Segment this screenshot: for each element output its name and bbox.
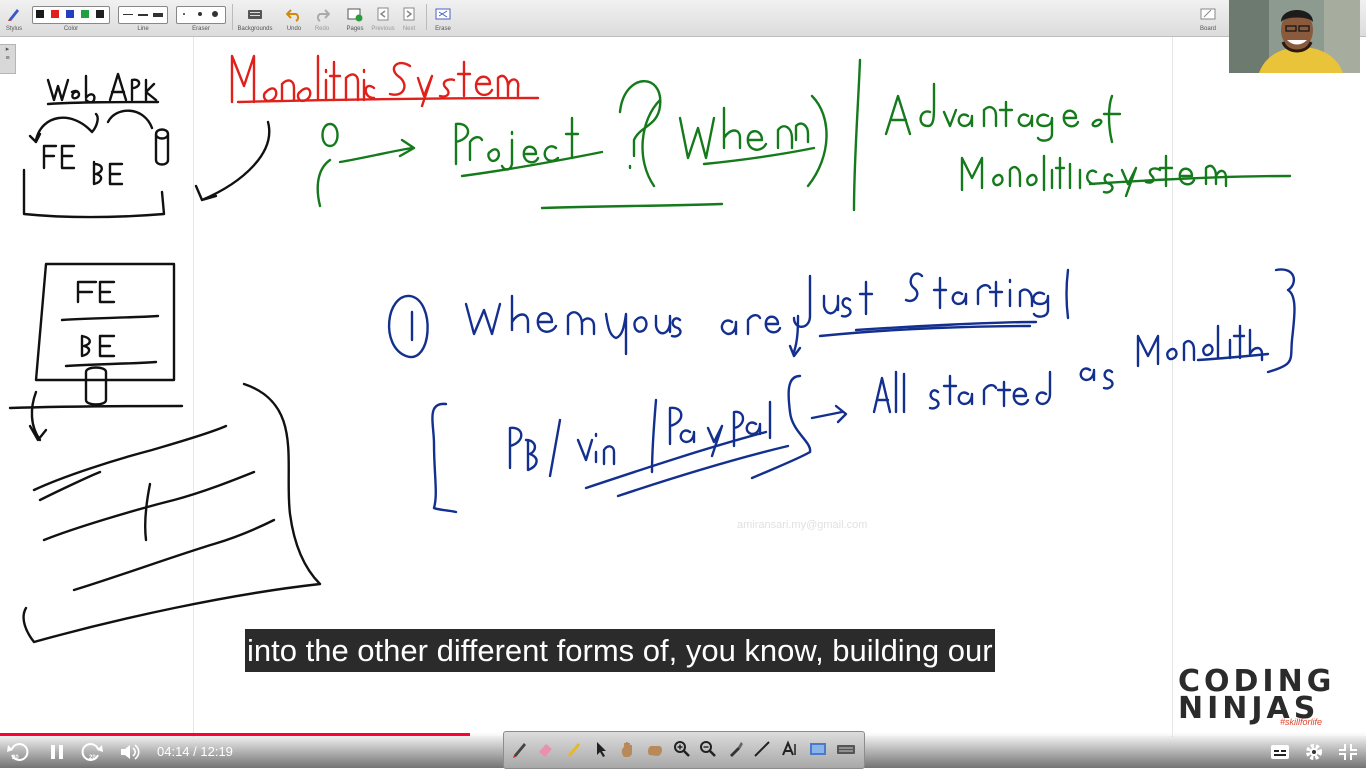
watermark-text: amiransari.my@gmail.com [737, 519, 868, 531]
line-tool-icon[interactable] [752, 739, 772, 759]
point-one-ink [387, 268, 1296, 514]
coding-ninjas-logo: CODING NINJAS #skillforlife [1178, 664, 1331, 728]
settings-button[interactable] [1302, 741, 1326, 763]
skip-forward-seconds: 20 [89, 755, 96, 761]
video-caption: into the other different forms of, you k… [245, 629, 995, 672]
gear-icon [1306, 744, 1322, 760]
text-tool-icon[interactable] [780, 739, 800, 759]
title-ink [230, 54, 540, 108]
hand-grab-icon[interactable] [644, 739, 664, 759]
volume-button[interactable] [118, 741, 142, 763]
subtitles-icon [1271, 745, 1289, 759]
hand-icon[interactable] [618, 739, 638, 759]
eyedropper-icon[interactable] [726, 739, 746, 759]
zoom-in-icon[interactable] [672, 739, 692, 759]
pointer-icon[interactable] [592, 739, 612, 759]
highlighter-icon[interactable] [564, 739, 584, 759]
zoom-out-icon[interactable] [698, 739, 718, 759]
presenter-webcam [1229, 0, 1360, 73]
subtitles-button[interactable] [1268, 741, 1292, 763]
time-display: 04:14 / 12:19 [157, 744, 233, 759]
volume-icon [121, 744, 140, 760]
screen-capture-icon[interactable] [808, 739, 828, 759]
presenter-image [1229, 0, 1360, 73]
logo-tagline: #skillforlife [1279, 717, 1322, 727]
pause-button[interactable] [45, 741, 69, 763]
pause-icon [51, 745, 63, 759]
keyboard-icon[interactable] [836, 739, 856, 759]
eraser-icon[interactable] [536, 739, 556, 759]
skip-forward-button[interactable]: 20 [80, 741, 104, 763]
red-pen-icon[interactable] [510, 739, 530, 759]
annotation-toolbar [503, 731, 865, 769]
skip-back-seconds: 20 [12, 755, 19, 761]
progress-played [0, 733, 470, 736]
exit-fullscreen-button[interactable] [1336, 741, 1360, 763]
webapp-diagram [8, 72, 322, 644]
skip-back-button[interactable]: 20 [6, 741, 30, 763]
exit-fullscreen-icon [1339, 744, 1357, 760]
